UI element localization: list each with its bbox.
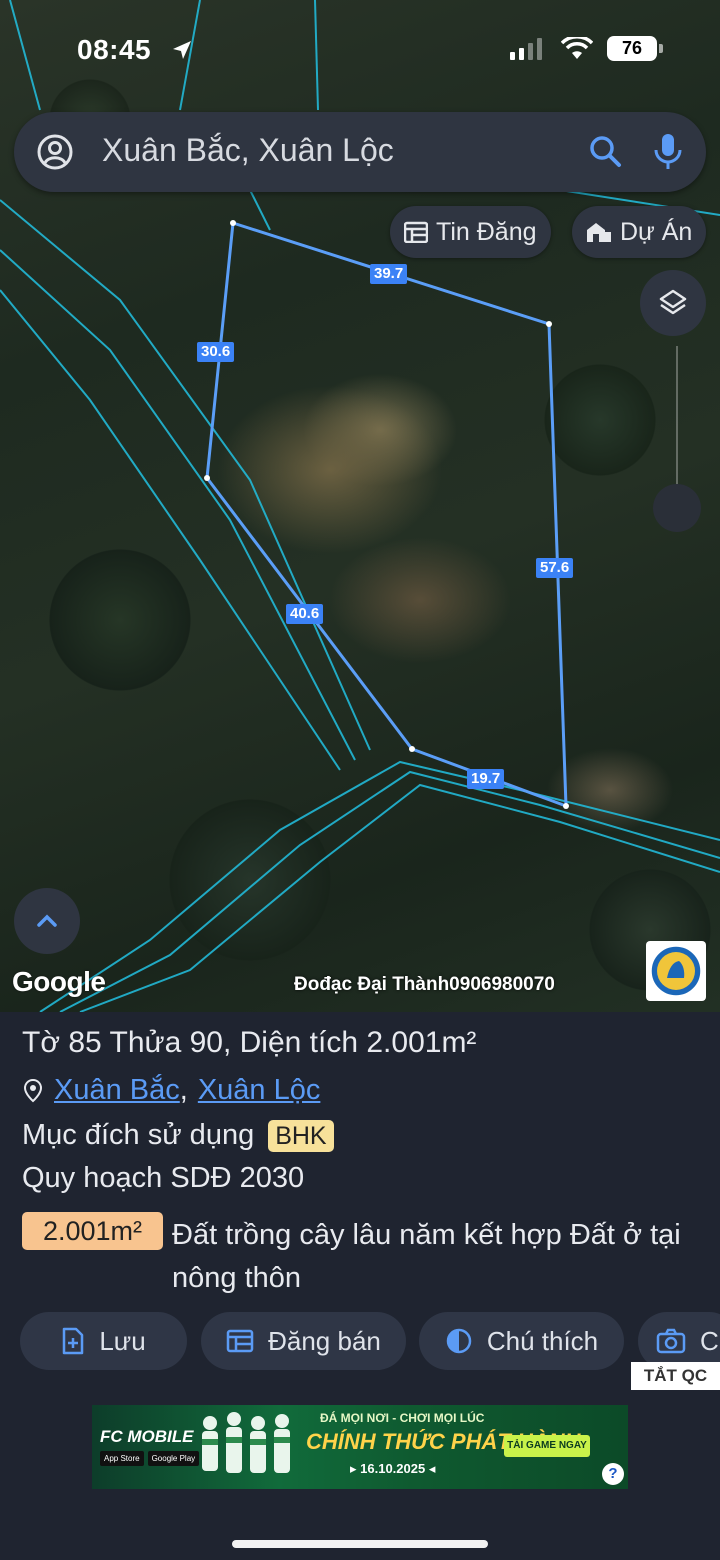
surveyor-watermark: Đođạc Đại Thành0906980070 (294, 974, 555, 995)
add-document-icon (63, 1327, 84, 1355)
ad-download-button[interactable]: TẢI GAME NGAY (504, 1435, 590, 1457)
search-icon[interactable] (588, 134, 624, 170)
battery-level: 76 (607, 36, 657, 61)
status-time: 08:45 (77, 34, 152, 65)
location-arrow-icon (173, 41, 191, 59)
edge-length-label: 39.7 (370, 264, 408, 284)
opacity-slider-track[interactable] (676, 346, 678, 486)
ad-store-badges: App Store Google Play (100, 1451, 200, 1466)
edge-length-label: 57.6 (536, 558, 574, 578)
chevron-up-icon (37, 914, 57, 927)
dai-thanh-seal-icon (650, 945, 702, 997)
parcel-title: Tờ 85 Thửa 90, Diện tích 2.001m² (22, 1026, 477, 1059)
save-button-label: Lưu (99, 1325, 146, 1356)
battery-tip (659, 44, 663, 53)
microphone-icon[interactable] (652, 132, 684, 172)
location-separator: , (179, 1074, 188, 1106)
land-purpose-label: Mục đích sử dụng (22, 1119, 255, 1151)
zoning-plan-label: Quy hoạch SDĐ 2030 (22, 1162, 305, 1194)
listings-chip-label: Tin Đăng (436, 217, 537, 246)
post-sale-button-label: Đăng bán (268, 1325, 381, 1356)
listings-chip[interactable]: Tin Đăng (390, 206, 551, 258)
contrast-icon (446, 1328, 472, 1354)
map-layers-button[interactable] (640, 270, 706, 336)
calendar-icon (404, 221, 428, 243)
ad-info-icon[interactable]: ? (602, 1463, 624, 1485)
calendar-icon (226, 1329, 254, 1353)
expand-panel-button[interactable] (14, 888, 80, 954)
parcel-location: Xuân Bắc , Xuân Lộc (22, 1074, 320, 1107)
edge-length-label: 40.6 (286, 604, 324, 624)
edge-length-label: 19.7 (467, 769, 505, 789)
cellular-signal-icon (510, 38, 542, 60)
land-purpose-badge: BHK (268, 1119, 334, 1152)
search-input[interactable]: Xuân Bắc, Xuân Lộc (102, 132, 394, 169)
land-purpose-row: Mục đích sử dụng BHK (22, 1119, 334, 1152)
wifi-icon (561, 37, 593, 59)
search-bar[interactable]: Xuân Bắc, Xuân Lộc (14, 112, 706, 192)
save-button[interactable]: Lưu (20, 1312, 187, 1370)
district-link[interactable]: Xuân Lộc (198, 1074, 321, 1107)
close-ad-button[interactable]: TẮT QC (631, 1362, 720, 1390)
opacity-slider-handle[interactable] (653, 484, 701, 532)
legend-button[interactable]: Chú thích (419, 1312, 624, 1370)
ad-release-date: ▸ 16.10.2025 ◂ (350, 1461, 436, 1476)
location-pin-icon (23, 1078, 43, 1102)
map-view[interactable]: 39.7 30.6 57.6 40.6 19.7 08:45 76 Xuân B… (0, 0, 720, 1012)
ad-tagline: ĐÁ MỌI NƠI - CHƠI MỌI LÚC (320, 1411, 485, 1425)
ad-game-title: FC MOBILE (100, 1427, 194, 1446)
status-bar: 08:45 76 (0, 0, 720, 96)
parcel-boundary (205, 221, 568, 809)
projects-chip-label: Dự Án (620, 217, 693, 246)
edge-length-label: 30.6 (197, 342, 235, 362)
projects-chip[interactable]: Dự Án (572, 206, 707, 258)
google-play-badge: Google Play (147, 1451, 200, 1466)
app-store-badge: App Store (100, 1451, 144, 1466)
parcel-vertices (204, 220, 569, 809)
capture-button-label: C (700, 1325, 719, 1356)
camera-icon (656, 1328, 686, 1354)
land-use-description: Đất trồng cây lâu năm kết hợp Đất ở tại … (172, 1219, 681, 1294)
legend-button-label: Chú thích (486, 1325, 599, 1356)
home-indicator[interactable] (232, 1540, 488, 1548)
account-icon[interactable] (36, 133, 74, 171)
building-icon (587, 223, 611, 242)
layers-icon (659, 289, 687, 315)
area-badge: 2.001m² (22, 1212, 163, 1250)
google-attribution: Google (12, 966, 106, 997)
ad-banner[interactable]: FC MOBILE App Store Google Play ĐÁ MỌI N… (92, 1405, 628, 1489)
ad-players-image (202, 1412, 290, 1473)
dai-thanh-logo (646, 941, 706, 1001)
post-sale-button[interactable]: Đăng bán (201, 1312, 406, 1370)
commune-link[interactable]: Xuân Bắc (54, 1074, 180, 1107)
